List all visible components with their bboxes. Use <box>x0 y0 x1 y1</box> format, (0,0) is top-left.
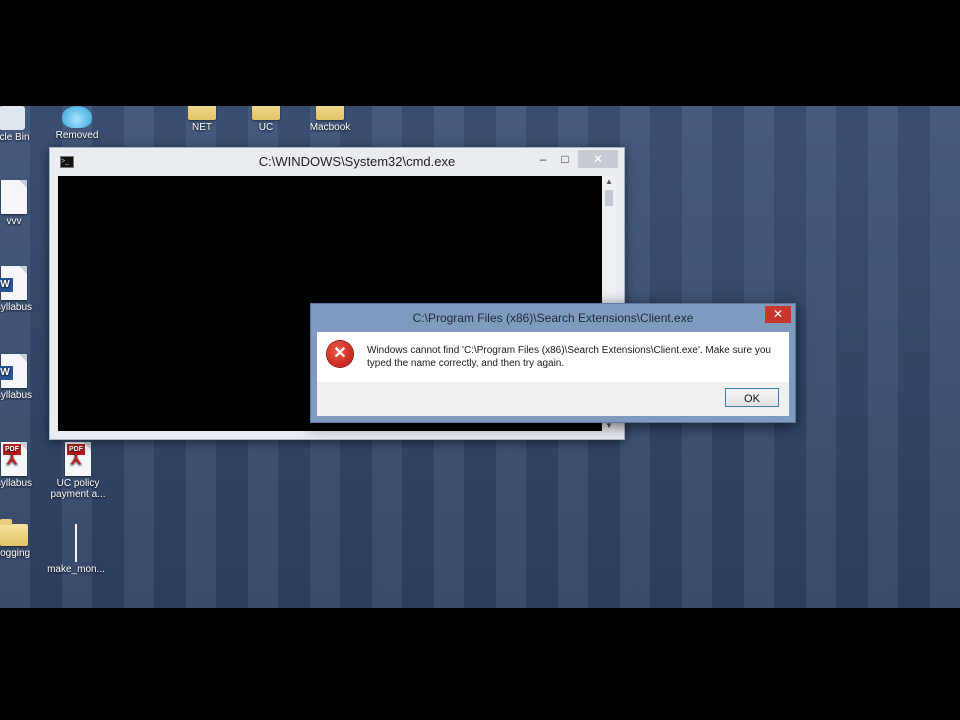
scroll-thumb[interactable] <box>605 190 613 206</box>
folder-icon <box>0 519 28 546</box>
desktop-icon-syllabus-1[interactable]: W syllabus <box>0 266 46 313</box>
scroll-up-icon[interactable]: ▲ <box>602 177 616 186</box>
cmd-window-title: C:\WINDOWS\System32\cmd.exe <box>258 154 456 169</box>
pdf-document-icon: PDF ⅄ <box>1 442 27 476</box>
desktop-icon-label: ycle Bin <box>0 132 30 143</box>
word-document-icon: W <box>0 354 27 388</box>
recycle-bin-icon <box>0 106 25 130</box>
screen-frame: ycle Bin Removed NET UC Macbook vvv W sy… <box>0 0 960 720</box>
desktop-icon-syllabus-2[interactable]: W syllabus <box>0 354 46 401</box>
maximize-button[interactable]: □ <box>554 150 576 168</box>
desktop-icon-label: Removed <box>55 130 99 141</box>
desktop-icon-macbook[interactable]: Macbook <box>298 106 362 133</box>
ok-button[interactable]: OK <box>725 388 779 407</box>
desktop-icon-uc-policy[interactable]: PDF ⅄ UC policy payment a... <box>46 442 110 500</box>
folder-icon <box>316 106 344 120</box>
desktop-icon-label: make_mon... <box>47 564 105 575</box>
desktop-icon-label: vvv <box>6 216 22 227</box>
desktop-icon-vvv[interactable]: vvv <box>0 180 46 227</box>
error-message: Windows cannot find 'C:\Program Files (x… <box>367 345 771 369</box>
desktop-icon-removed[interactable]: Removed <box>45 106 109 141</box>
word-document-icon: W <box>0 266 27 300</box>
desktop-icon-label: syllabus <box>0 390 33 401</box>
close-button[interactable]: ✕ <box>578 150 618 168</box>
desktop-icon-make-mon[interactable]: make_mon... <box>44 524 108 575</box>
error-icon: ✕ <box>327 341 353 367</box>
dialog-footer: OK <box>317 382 789 416</box>
folder-icon <box>188 106 216 120</box>
desktop-icon-net[interactable]: NET <box>170 106 234 133</box>
desktop-icon-label: syllabus <box>0 478 33 489</box>
desktop-icon-syllabus-pdf[interactable]: PDF⅄ syllabus <box>0 442 46 489</box>
desktop-icon-logging[interactable]: logging <box>0 519 46 559</box>
desktop-icon-label: UC policy payment a... <box>50 478 106 500</box>
desktop-icon-uc[interactable]: UC <box>234 106 298 133</box>
desktop-icon-label: syllabus <box>0 302 33 313</box>
desktop-icon-label: Macbook <box>309 122 351 133</box>
desktop-icon-label: UC <box>258 122 274 133</box>
dialog-close-button[interactable]: ✕ <box>765 306 791 323</box>
removed-icon <box>62 106 92 128</box>
pdf-document-icon: PDF ⅄ <box>65 442 91 476</box>
desktop-icon-label: logging <box>0 548 31 559</box>
file-icon <box>75 524 77 562</box>
minimize-button[interactable]: – <box>532 150 554 168</box>
folder-icon <box>252 106 280 120</box>
desktop-icon-label: NET <box>192 122 212 133</box>
blank-document-icon <box>1 180 27 214</box>
dialog-content: ✕ Windows cannot find 'C:\Program Files … <box>317 332 789 382</box>
error-dialog[interactable]: C:\Program Files (x86)\Search Extensions… <box>310 303 796 423</box>
dialog-title: C:\Program Files (x86)\Search Extensions… <box>412 311 694 325</box>
desktop-icon-recycle-bin[interactable]: ycle Bin <box>0 106 44 143</box>
